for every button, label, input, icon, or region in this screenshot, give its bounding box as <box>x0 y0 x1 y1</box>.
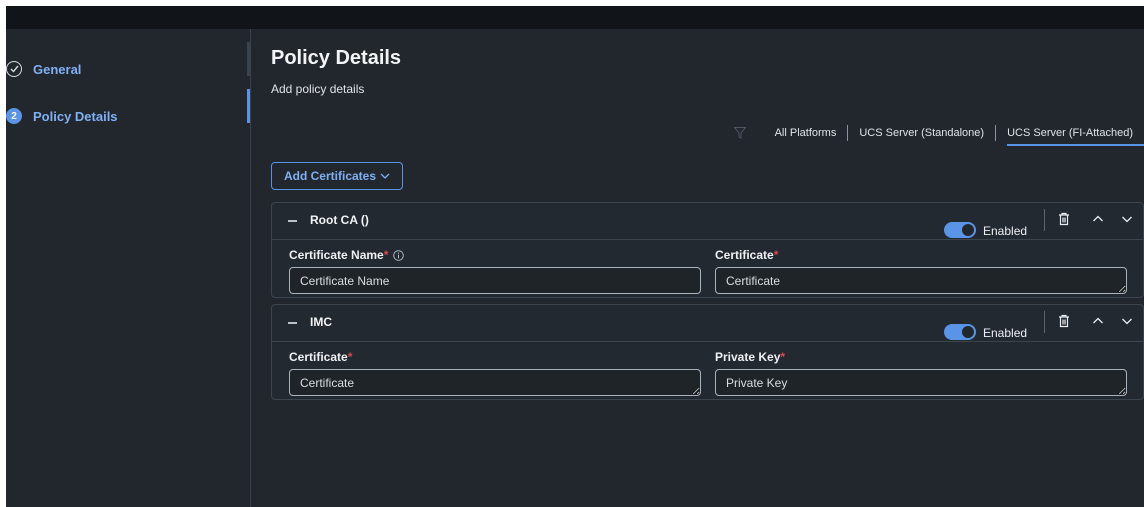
add-certificates-label: Add Certificates <box>283 169 377 183</box>
chevron-up-icon[interactable] <box>1091 212 1105 226</box>
required-marker: * <box>780 350 786 364</box>
step-general-label: General <box>33 61 82 77</box>
main-content: Policy Details Add policy details All Pl… <box>271 29 1144 507</box>
header-divider <box>1044 311 1045 333</box>
step-indicator-inactive <box>247 42 250 76</box>
chevron-down-icon <box>380 173 390 179</box>
section-root-ca-title: Root CA () <box>310 213 369 227</box>
filter-icon[interactable] <box>733 127 746 139</box>
private-key-label: Private Key* <box>715 350 785 364</box>
private-key-label-text: Private Key <box>715 350 781 364</box>
trash-icon[interactable] <box>1057 314 1071 328</box>
collapse-icon[interactable] <box>288 220 297 222</box>
certificate-name-label-text: Certificate Name <box>289 248 384 262</box>
required-marker: * <box>347 350 353 364</box>
root-ca-enabled-label: Enabled <box>983 224 1028 238</box>
app-frame: General 2 Policy Details Policy Details … <box>6 6 1144 507</box>
step-number-badge: 2 <box>6 108 22 124</box>
add-certificates-button[interactable]: Add Certificates <box>271 162 403 190</box>
section-root-ca-header: Root CA () Enabled <box>272 203 1143 240</box>
page-subtitle: Add policy details <box>271 82 365 96</box>
imc-enabled-toggle[interactable] <box>944 324 976 340</box>
private-key-textarea[interactable] <box>715 369 1127 396</box>
imc-certificate-label-text: Certificate <box>289 350 348 364</box>
section-imc-title: IMC <box>310 315 332 329</box>
trash-icon[interactable] <box>1057 212 1071 226</box>
tab-ucs-server-fi-attached[interactable]: UCS Server (FI-Attached) <box>996 125 1144 146</box>
root-ca-certificate-textarea[interactable] <box>715 267 1127 294</box>
top-bar <box>6 6 1144 29</box>
root-ca-certificate-label-text: Certificate <box>715 248 774 262</box>
tab-all-platforms[interactable]: All Platforms <box>764 125 848 141</box>
toggle-knob <box>962 326 974 338</box>
certificate-name-label: Certificate Name* <box>289 248 405 262</box>
step-general[interactable]: General <box>6 54 81 84</box>
header-divider <box>1044 209 1045 231</box>
section-imc-header: IMC Enabled <box>272 305 1143 342</box>
required-marker: * <box>383 248 389 262</box>
platform-filter-bar: All Platforms UCS Server (Standalone) UC… <box>733 125 1144 146</box>
collapse-icon[interactable] <box>288 322 297 324</box>
imc-enabled-label: Enabled <box>983 326 1028 340</box>
tab-ucs-server-standalone[interactable]: UCS Server (Standalone) <box>848 125 995 141</box>
check-circle-icon <box>6 61 22 77</box>
chevron-up-icon[interactable] <box>1091 314 1105 328</box>
step-indicator-active <box>247 89 250 123</box>
certificate-name-input[interactable] <box>289 267 701 294</box>
section-root-ca: Root CA () Enabled Certificate Name* Cer… <box>271 202 1144 298</box>
step-policy-details[interactable]: 2 Policy Details <box>6 101 118 131</box>
root-ca-certificate-label: Certificate* <box>715 248 778 262</box>
info-icon[interactable] <box>393 250 405 261</box>
chevron-down-icon[interactable] <box>1120 212 1134 226</box>
imc-certificate-textarea[interactable] <box>289 369 701 396</box>
step-policy-details-label: Policy Details <box>33 108 118 124</box>
section-imc: IMC Enabled Certificate* Private Key <box>271 304 1144 400</box>
toggle-knob <box>962 224 974 236</box>
root-ca-enabled-toggle[interactable] <box>944 222 976 238</box>
chevron-down-icon[interactable] <box>1120 314 1134 328</box>
required-marker: * <box>773 248 779 262</box>
imc-certificate-label: Certificate* <box>289 350 352 364</box>
page-title: Policy Details <box>271 47 402 69</box>
wizard-sidebar: General 2 Policy Details <box>6 29 251 507</box>
